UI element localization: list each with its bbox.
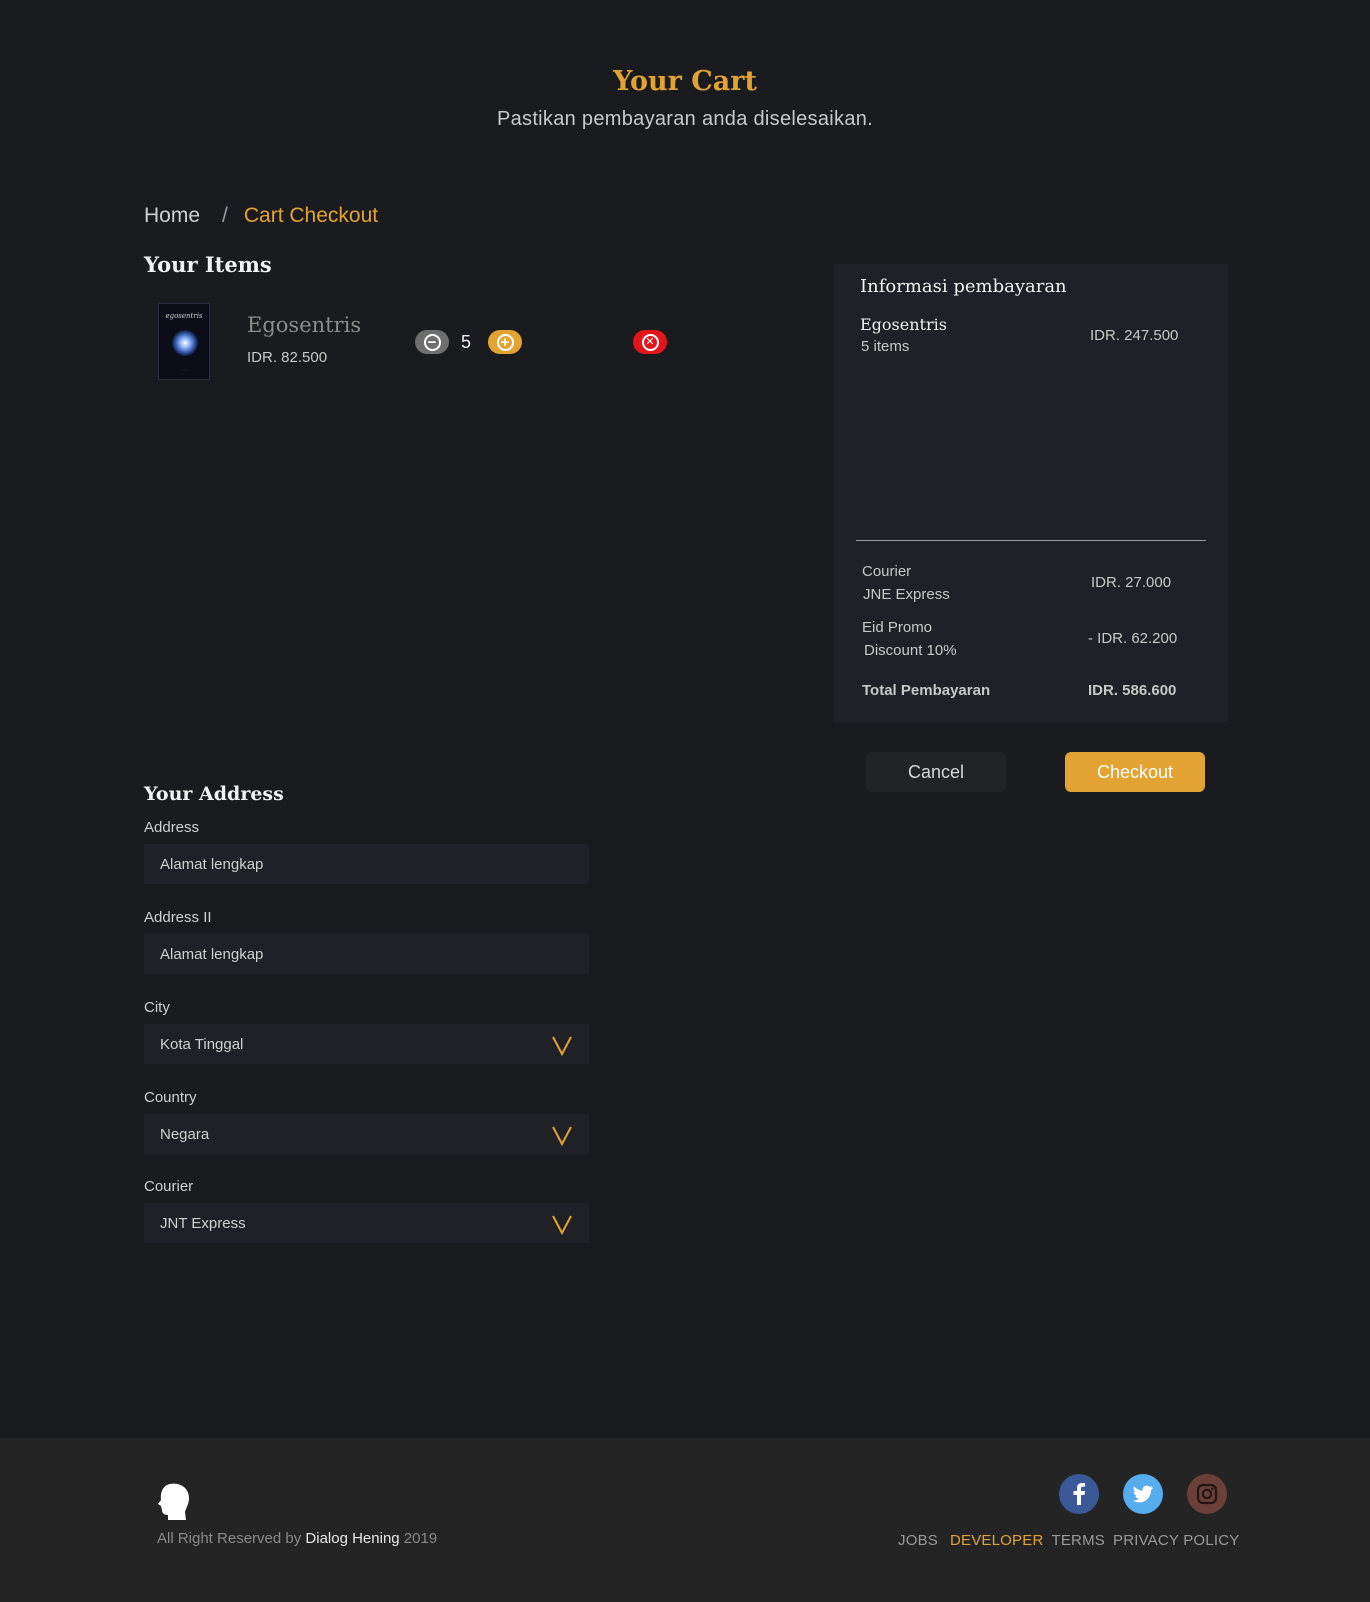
cart-item: egosentris · · · Egosentris IDR. 82.500 … — [158, 303, 678, 381]
payment-summary-panel: Informasi pembayaran Egosentris 5 items … — [834, 264, 1228, 722]
country-select-value: Negara — [160, 1125, 210, 1143]
copyright-text: All Right Reserved by Dialog Hening 2019 — [157, 1530, 437, 1547]
summary-total-amount: IDR. 586.600 — [1088, 682, 1177, 699]
footer-link-privacy-policy[interactable]: PRIVACY POLICY — [1113, 1532, 1239, 1549]
summary-promo-amount: - IDR. 62.200 — [1088, 630, 1178, 647]
copyright-year: 2019 — [399, 1530, 438, 1547]
summary-line-name: Egosentris — [860, 315, 947, 334]
increase-quantity-button[interactable]: + — [488, 330, 522, 354]
summary-courier-label: Courier — [862, 563, 912, 580]
cart-item-name: Egosentris — [247, 313, 362, 337]
close-icon: ✕ — [641, 333, 659, 351]
footer-link-terms[interactable]: TERMS — [1051, 1532, 1105, 1549]
courier-select-value: JNT Express — [160, 1214, 246, 1232]
chevron-down-icon — [552, 1215, 572, 1235]
footer-link-developer[interactable]: DEVELOPER — [950, 1532, 1044, 1549]
city-select-value: Kota Tinggal — [160, 1035, 244, 1053]
summary-courier-amount: IDR. 27.000 — [1091, 574, 1172, 591]
summary-courier-name: JNE Express — [863, 586, 950, 603]
facebook-link[interactable] — [1059, 1474, 1099, 1514]
country-label: Country — [144, 1089, 197, 1106]
footer-link-jobs[interactable]: JOBS — [898, 1532, 938, 1549]
checkout-button[interactable]: Checkout — [1065, 752, 1205, 792]
address-input[interactable] — [160, 855, 589, 873]
copyright-prefix: All Right Reserved by — [157, 1530, 306, 1547]
head-silhouette-logo — [158, 1483, 189, 1520]
summary-divider — [856, 540, 1206, 541]
cancel-button[interactable]: Cancel — [866, 752, 1006, 792]
address2-label: Address II — [144, 909, 212, 926]
book-cover-title: egosentris — [165, 312, 203, 320]
summary-promo-label: Eid Promo — [862, 619, 933, 636]
country-select[interactable]: Negara — [144, 1114, 589, 1154]
courier-select[interactable]: JNT Express — [144, 1203, 589, 1243]
address-section-title: Your Address — [144, 783, 284, 805]
cart-item-price: IDR. 82.500 — [247, 349, 328, 366]
summary-line-qty: 5 items — [861, 338, 910, 355]
twitter-link[interactable] — [1123, 1474, 1163, 1514]
instagram-icon — [1196, 1483, 1218, 1505]
summary-line-amount: IDR. 247.500 — [1090, 327, 1179, 344]
book-cover-footer: · · · — [180, 368, 188, 373]
instagram-link[interactable] — [1187, 1474, 1227, 1514]
twitter-icon — [1132, 1485, 1153, 1503]
chevron-down-icon — [552, 1126, 572, 1146]
plus-icon: + — [496, 333, 514, 351]
summary-title: Informasi pembayaran — [860, 276, 1067, 297]
page-title: Your Cart — [613, 66, 757, 97]
quantity-value: 5 — [460, 332, 471, 352]
city-label: City — [144, 999, 170, 1016]
galaxy-graphic — [172, 330, 198, 356]
site-footer: All Right Reserved by Dialog Hening 2019… — [0, 1438, 1370, 1602]
breadcrumb-home-link[interactable]: Home — [144, 204, 200, 228]
breadcrumb-current: Cart Checkout — [243, 204, 379, 227]
minus-icon: − — [423, 333, 441, 351]
footer-links: JOBS DEVELOPER TERMS PRIVACY POLICY — [898, 1532, 1247, 1549]
address2-field — [144, 934, 589, 974]
page-subtitle: Pastikan pembayaran anda diselesaikan. — [496, 108, 874, 130]
breadcrumb-separator: / — [222, 204, 228, 227]
address-field — [144, 844, 589, 884]
address2-input[interactable] — [160, 945, 589, 963]
chevron-down-icon — [552, 1036, 572, 1056]
brand-name: Dialog Hening — [305, 1530, 400, 1547]
summary-promo-detail: Discount 10% — [864, 642, 957, 659]
items-section-title: Your Items — [144, 252, 272, 277]
city-select[interactable]: Kota Tinggal — [144, 1024, 589, 1064]
courier-label: Courier — [144, 1178, 194, 1195]
summary-total-label: Total Pembayaran — [862, 682, 991, 699]
facebook-icon — [1073, 1483, 1085, 1505]
address-label: Address — [144, 819, 200, 836]
remove-item-button[interactable]: ✕ — [633, 330, 667, 354]
decrease-quantity-button[interactable]: − — [415, 330, 449, 354]
book-cover-image: egosentris · · · — [158, 303, 210, 380]
breadcrumb: Home / Cart Checkout — [144, 204, 378, 228]
